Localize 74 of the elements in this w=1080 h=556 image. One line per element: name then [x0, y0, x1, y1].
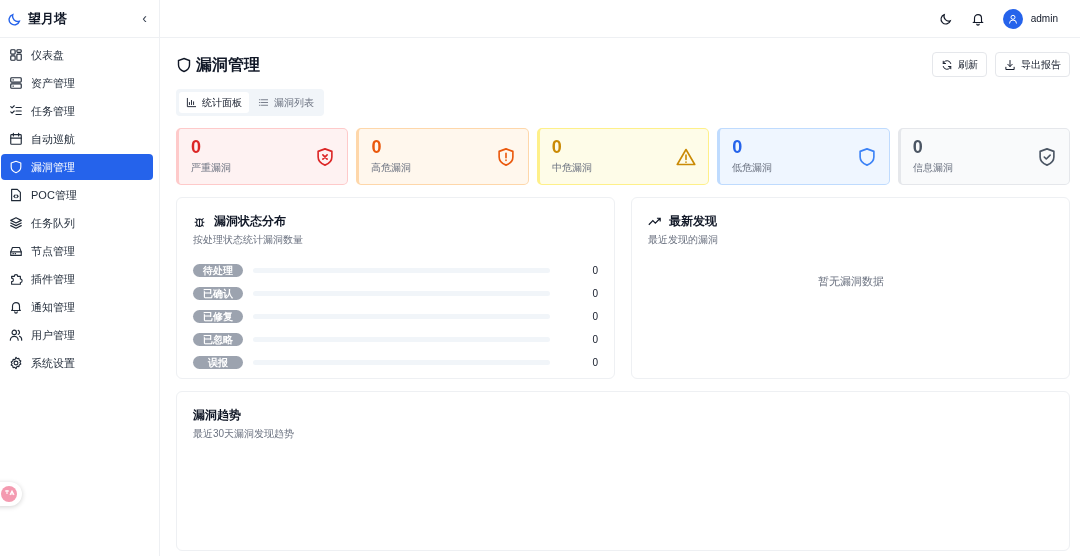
download-icon: [1004, 58, 1016, 71]
sidebar-item[interactable]: 资产管理: [1, 70, 153, 96]
grid-icon: [9, 48, 23, 62]
empty-message: 暂无漏洞数据: [816, 274, 885, 290]
status-count: 0: [591, 287, 598, 302]
calendar-icon: [9, 132, 23, 146]
status-count: 0: [591, 333, 598, 348]
view-tab[interactable]: 漏洞列表: [251, 92, 321, 113]
drive-icon: [9, 244, 23, 258]
shield-icon: [176, 56, 192, 73]
layers-icon: [9, 216, 23, 230]
sidebar-item[interactable]: 任务队列: [1, 210, 153, 236]
user-avatar[interactable]: [1002, 8, 1023, 29]
shield-alert-icon: [495, 146, 516, 167]
view-tab[interactable]: 统计面板: [179, 92, 249, 113]
sidebar-item[interactable]: 仪表盘: [1, 42, 153, 68]
app-name: 望月塔: [28, 9, 67, 28]
page-title: 漏洞管理: [196, 54, 260, 75]
panel-title: 最新发现: [669, 214, 717, 229]
severity-count: 0: [732, 138, 744, 156]
panel-subtitle: 最近30天漏洞发现趋势: [193, 427, 296, 442]
status-badge: 已修复: [193, 310, 243, 324]
collapse-button[interactable]: ‹: [138, 8, 151, 29]
panel-subtitle: 最近发现的漏洞: [648, 233, 719, 248]
sidebar-item[interactable]: 通知管理: [1, 294, 153, 320]
severity-label: 低危漏洞: [732, 161, 773, 175]
severity-count: 0: [912, 138, 924, 156]
sidebar-item[interactable]: 自动巡航: [1, 126, 153, 152]
severity-label: 中危漏洞: [551, 161, 592, 175]
moon-icon: [8, 11, 22, 26]
sidebar-item[interactable]: 系统设置: [1, 350, 153, 376]
settings-icon: [9, 356, 23, 370]
status-badge: 待处理: [193, 264, 243, 278]
refresh-icon: [941, 58, 953, 71]
username[interactable]: admin: [1030, 11, 1058, 26]
checklist-icon: [9, 104, 23, 118]
status-count: 0: [591, 264, 598, 279]
status-count: 0: [591, 310, 598, 325]
warning-icon: [676, 146, 697, 167]
shield-icon: [856, 146, 877, 167]
shield-x-icon: [315, 146, 336, 167]
code-file-icon: [9, 188, 23, 202]
severity-count: 0: [371, 138, 383, 156]
severity-label: 高危漏洞: [371, 161, 412, 175]
puzzle-icon: [9, 272, 23, 286]
sidebar-item[interactable]: 任务管理: [1, 98, 153, 124]
panel-subtitle: 按处理状态统计漏洞数量: [193, 233, 304, 248]
panel-title: 漏洞状态分布: [214, 214, 286, 229]
shield-icon: [9, 160, 23, 174]
severity-label: 严重漏洞: [191, 161, 231, 175]
sidebar-item[interactable]: 用户管理: [1, 322, 153, 348]
moon-icon[interactable]: [938, 11, 953, 26]
server-icon: [9, 76, 23, 90]
bell-icon[interactable]: [970, 11, 985, 26]
users-icon: [9, 328, 23, 342]
panel-title: 漏洞趋势: [193, 408, 242, 423]
action-button[interactable]: 刷新: [932, 52, 987, 77]
status-count: 0: [591, 356, 598, 371]
severity-count: 0: [551, 138, 563, 156]
sidebar-item[interactable]: POC管理: [1, 182, 153, 208]
sidebar-item[interactable]: 插件管理: [1, 266, 153, 292]
severity-count: 0: [191, 138, 202, 156]
status-badge: 已确认: [193, 287, 243, 301]
bar-chart-icon: [186, 97, 197, 108]
list-icon: [258, 97, 269, 108]
action-button[interactable]: 导出报告: [995, 52, 1070, 77]
translate-icon: [1, 486, 17, 502]
status-badge: 误报: [193, 356, 243, 370]
shield-check-icon: [1037, 146, 1058, 167]
sidebar-item[interactable]: 漏洞管理: [1, 154, 153, 180]
bell-icon: [9, 300, 23, 314]
status-badge: 已忽略: [193, 333, 243, 347]
severity-label: 信息漏洞: [912, 161, 953, 175]
sidebar-item[interactable]: 节点管理: [1, 238, 153, 264]
